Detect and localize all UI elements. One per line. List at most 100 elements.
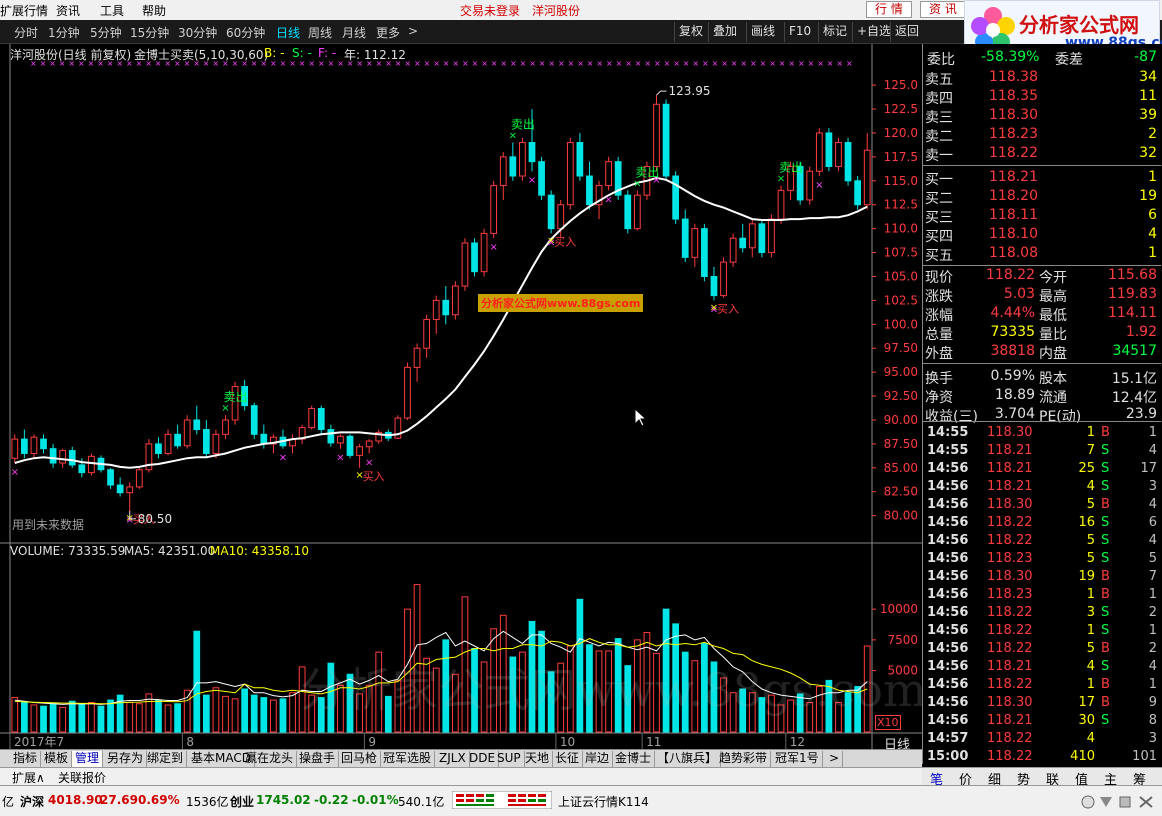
ask-level-row[interactable]: 卖五 118.38 34: [923, 68, 1161, 88]
related-quotes-tab[interactable]: 关联报价: [58, 769, 106, 786]
indicator-tab[interactable]: 冠军选股: [380, 751, 436, 767]
indicator-name[interactable]: 金博士买卖(5,10,30,60): [134, 46, 268, 63]
bid-level-row[interactable]: 买五 118.08 1: [923, 244, 1161, 264]
draw-line-button[interactable]: 画线: [746, 22, 779, 42]
more-arrow-icon[interactable]: >: [408, 24, 418, 38]
tick-time: 14:56: [927, 605, 969, 620]
tick-row[interactable]: 14:56 118.21 30 S 8: [923, 712, 1161, 730]
candle-body: [509, 156, 517, 177]
period-1min[interactable]: 1分钟: [48, 24, 80, 41]
tick-row[interactable]: 14:56 118.23 5 S 5: [923, 550, 1161, 568]
tick-row[interactable]: 14:56 118.22 3 S 2: [923, 604, 1161, 622]
period-15min[interactable]: 15分钟: [130, 24, 169, 41]
candle-body: [164, 433, 172, 454]
indicator-tab[interactable]: 天地: [522, 751, 554, 767]
chart-stock-title: 洋河股份(日线 前复权): [10, 48, 132, 62]
ask-level-price: 118.23: [989, 126, 1038, 142]
indicator-tab[interactable]: 【八旗兵】: [654, 751, 722, 767]
period-weekly[interactable]: 周线: [308, 24, 332, 41]
indicator-tab[interactable]: 操盘手: [296, 751, 340, 767]
indicator-tab[interactable]: 模板: [41, 751, 73, 767]
tick-row[interactable]: 14:56 118.30 19 B 7: [923, 568, 1161, 586]
tick-row[interactable]: 14:56 118.22 1 S 1: [923, 622, 1161, 640]
tick-time: 14:55: [927, 443, 969, 458]
cy-index-label[interactable]: 创业: [230, 793, 254, 810]
indicator-tabs: 指标 模板 管理 另存为 绑定到 基本MACD 赢在龙头 操盘手 回马枪 冠军选股 ZJLX DDE S…: [0, 749, 922, 767]
adjust-button[interactable]: 复权: [674, 22, 707, 42]
indicator-tab[interactable]: 回马枪: [338, 751, 382, 767]
candle-body: [183, 419, 191, 447]
tick-price: 118.23: [987, 551, 1033, 566]
tick-row[interactable]: 14:56 118.30 17 B 9: [923, 694, 1161, 712]
tick-row[interactable]: 14:56 118.23 1 B 1: [923, 586, 1161, 604]
indicator-tab[interactable]: 指标: [10, 751, 42, 767]
top-marker-glyph: ×: [827, 59, 834, 68]
indicator-tab[interactable]: SUP: [494, 751, 525, 767]
period-5min[interactable]: 5分钟: [90, 24, 122, 41]
bid-level-row[interactable]: 买二 118.20 19: [923, 187, 1161, 207]
indicator-tab[interactable]: ZJLX: [436, 751, 470, 767]
tick-row[interactable]: 14:56 118.22 1 B 1: [923, 676, 1161, 694]
info-button[interactable]: 资 讯: [920, 1, 966, 18]
ask-level-row[interactable]: 卖三 118.30 39: [923, 106, 1161, 126]
candle-body: [480, 232, 488, 273]
menu-tools[interactable]: 工具: [100, 2, 124, 19]
indicator-tab[interactable]: 金博士: [612, 751, 656, 767]
period-intraday[interactable]: 分时: [14, 24, 38, 41]
kline-chart[interactable]: × × × × × × × × × × × × × × × × × × × × × × × × × × × × × × × × × × × × × × × ×…: [0, 44, 927, 766]
indicator-tab[interactable]: 管理: [72, 751, 104, 767]
tick-direction: B: [1101, 569, 1110, 584]
bid-level-row[interactable]: 买四 118.10 4: [923, 225, 1161, 245]
quote-button[interactable]: 行 情: [866, 1, 912, 18]
menu-extended-quotes[interactable]: 扩展行情: [0, 2, 48, 19]
tick-row[interactable]: 14:56 118.21 4 S 4: [923, 658, 1161, 676]
login-status[interactable]: 交易未登录: [460, 2, 520, 19]
tick-count: 2: [1148, 641, 1157, 656]
f10-button[interactable]: F10: [784, 22, 815, 42]
sz-index-label[interactable]: 沪深: [20, 793, 44, 810]
extend-toggle[interactable]: 扩展∧: [12, 769, 45, 786]
tick-row[interactable]: 15:00 118.22 410 101: [923, 748, 1161, 766]
indicator-tab[interactable]: 冠军1号: [772, 751, 823, 767]
magenta-signal-marker: ×: [11, 467, 19, 478]
indicator-tab[interactable]: 另存为: [104, 751, 148, 767]
mark-button[interactable]: 标记: [818, 22, 851, 42]
period-more[interactable]: 更多: [376, 24, 400, 41]
indicator-tab[interactable]: 赢在龙头: [242, 751, 298, 767]
period-daily[interactable]: 日线: [276, 24, 300, 41]
volume-bar: [250, 694, 258, 733]
overlay-button[interactable]: 叠加: [708, 22, 741, 42]
tick-row[interactable]: 14:56 118.22 5 S 4: [923, 532, 1161, 550]
back-button[interactable]: 返回: [890, 22, 923, 42]
tick-row[interactable]: 14:56 118.22 5 B 2: [923, 640, 1161, 658]
sz-index-value: 4018.90: [48, 793, 103, 807]
tick-row[interactable]: 14:56 118.22 16 S 6: [923, 514, 1161, 532]
tray-icons[interactable]: [1080, 794, 1158, 810]
tick-row[interactable]: 14:56 118.30 5 B 4: [923, 496, 1161, 514]
indicator-tab[interactable]: 长征: [552, 751, 584, 767]
ask-level-row[interactable]: 卖四 118.35 11: [923, 87, 1161, 107]
period-60min[interactable]: 60分钟: [226, 24, 265, 41]
ask-level-row[interactable]: 卖二 118.23 2: [923, 125, 1161, 145]
indicator-tab[interactable]: 绑定到: [144, 751, 188, 767]
sell-signal-label: 卖出: [635, 165, 659, 179]
indicator-tab[interactable]: >: [826, 751, 844, 767]
period-monthly[interactable]: 月线: [342, 24, 366, 41]
candle-body: [681, 218, 689, 258]
tick-row[interactable]: 14:56 118.21 25 S 17: [923, 460, 1161, 478]
cloud-quote-status[interactable]: 上证云行情K114: [558, 793, 649, 810]
ask-level-row[interactable]: 卖一 118.22 32: [923, 144, 1161, 164]
tick-row[interactable]: 14:55 118.30 1 B 1: [923, 424, 1161, 442]
menu-help[interactable]: 帮助: [142, 2, 166, 19]
indicator-tab[interactable]: 趋势彩带: [716, 751, 772, 767]
add-watchlist-button[interactable]: +自选: [852, 22, 895, 42]
menu-news[interactable]: 资讯: [56, 2, 80, 19]
tick-row[interactable]: 14:55 118.21 7 S 4: [923, 442, 1161, 460]
indicator-tab[interactable]: 岸边: [582, 751, 614, 767]
bid-level-row[interactable]: 买一 118.21 1: [923, 168, 1161, 188]
logo-title: 分析家公式网: [1019, 13, 1139, 37]
bid-level-row[interactable]: 买三 118.11 6: [923, 206, 1161, 226]
tick-row[interactable]: 14:57 118.22 4 3: [923, 730, 1161, 748]
period-30min[interactable]: 30分钟: [178, 24, 217, 41]
tick-row[interactable]: 14:56 118.21 4 S 3: [923, 478, 1161, 496]
